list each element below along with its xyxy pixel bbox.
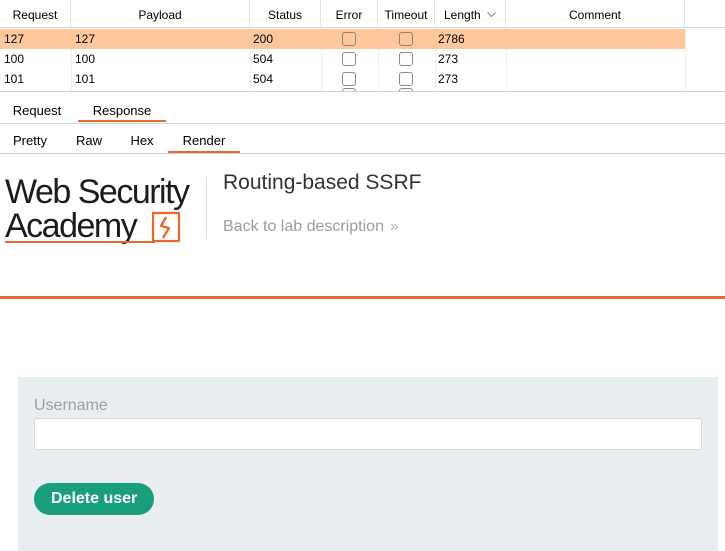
timeout-checkbox[interactable] bbox=[399, 32, 413, 46]
cell-request: 101 bbox=[4, 72, 25, 86]
timeout-checkbox[interactable] bbox=[399, 52, 413, 66]
cell-payload: 101 bbox=[75, 72, 96, 86]
cell-status: 504 bbox=[253, 52, 274, 66]
column-header-error[interactable]: Error bbox=[321, 0, 378, 28]
username-label: Username bbox=[34, 397, 108, 414]
column-header-timeout[interactable]: Timeout bbox=[378, 0, 435, 28]
column-header-length-label: Length bbox=[444, 8, 481, 22]
table-header: Request Payload Status Error Timeout Len… bbox=[0, 0, 725, 28]
cell-status: 200 bbox=[253, 32, 274, 46]
tab-raw[interactable]: Raw bbox=[66, 127, 112, 154]
cell-payload: 100 bbox=[75, 52, 96, 66]
table-row[interactable]: 101 101 504 273 bbox=[0, 69, 685, 89]
table-gutter bbox=[685, 28, 725, 92]
tab-pretty[interactable]: Pretty bbox=[4, 127, 56, 154]
cell-status: 504 bbox=[253, 72, 274, 86]
tab-request[interactable]: Request bbox=[4, 97, 70, 124]
cell-length: 273 bbox=[438, 52, 459, 66]
view-tabs: Pretty Raw Hex Render bbox=[0, 127, 725, 154]
tab-render[interactable]: Render bbox=[168, 127, 240, 154]
column-header-length[interactable]: Length bbox=[435, 0, 506, 28]
error-checkbox[interactable] bbox=[342, 72, 356, 86]
error-checkbox[interactable] bbox=[342, 52, 356, 66]
tab-response[interactable]: Response bbox=[78, 97, 166, 124]
column-header-comment[interactable]: Comment bbox=[506, 0, 685, 28]
column-header-request[interactable]: Request bbox=[0, 0, 71, 28]
error-checkbox[interactable] bbox=[342, 32, 356, 46]
logo-text-line2: Academy bbox=[5, 207, 138, 245]
tab-hex[interactable]: Hex bbox=[120, 127, 164, 154]
lab-title: Routing-based SSRF bbox=[223, 171, 422, 194]
lightning-flask-icon bbox=[151, 211, 181, 243]
rendered-response: Web Security Academy Routing-based SSRF … bbox=[0, 155, 725, 551]
header-divider bbox=[206, 177, 207, 239]
web-security-academy-logo[interactable]: Web Security Academy bbox=[5, 175, 205, 247]
logo-text-line1: Web Security bbox=[5, 173, 190, 211]
cell-payload: 127 bbox=[75, 32, 96, 46]
chevron-down-icon bbox=[487, 12, 496, 18]
delete-user-button[interactable]: Delete user bbox=[34, 483, 155, 515]
cell-request: 100 bbox=[4, 52, 25, 66]
column-header-payload[interactable]: Payload bbox=[71, 0, 250, 28]
message-tabs: Request Response bbox=[0, 97, 725, 124]
timeout-checkbox[interactable] bbox=[399, 72, 413, 86]
cell-length: 273 bbox=[438, 72, 459, 86]
double-chevron-right-icon[interactable]: » bbox=[390, 218, 399, 236]
table-row[interactable]: 127 127 200 2786 bbox=[0, 29, 685, 49]
delete-user-form: Username Delete user bbox=[18, 377, 718, 551]
table-row[interactable]: 100 100 504 273 bbox=[0, 49, 685, 69]
header-rule bbox=[0, 296, 725, 299]
pane-divider[interactable] bbox=[0, 91, 725, 92]
column-header-status[interactable]: Status bbox=[250, 0, 321, 28]
cell-request: 127 bbox=[4, 32, 25, 46]
results-table: Request Payload Status Error Timeout Len… bbox=[0, 0, 725, 92]
back-to-lab-link[interactable]: Back to lab description bbox=[223, 218, 384, 236]
username-input[interactable] bbox=[34, 418, 702, 450]
logo-underline bbox=[5, 241, 155, 243]
cell-length: 2786 bbox=[438, 32, 465, 46]
